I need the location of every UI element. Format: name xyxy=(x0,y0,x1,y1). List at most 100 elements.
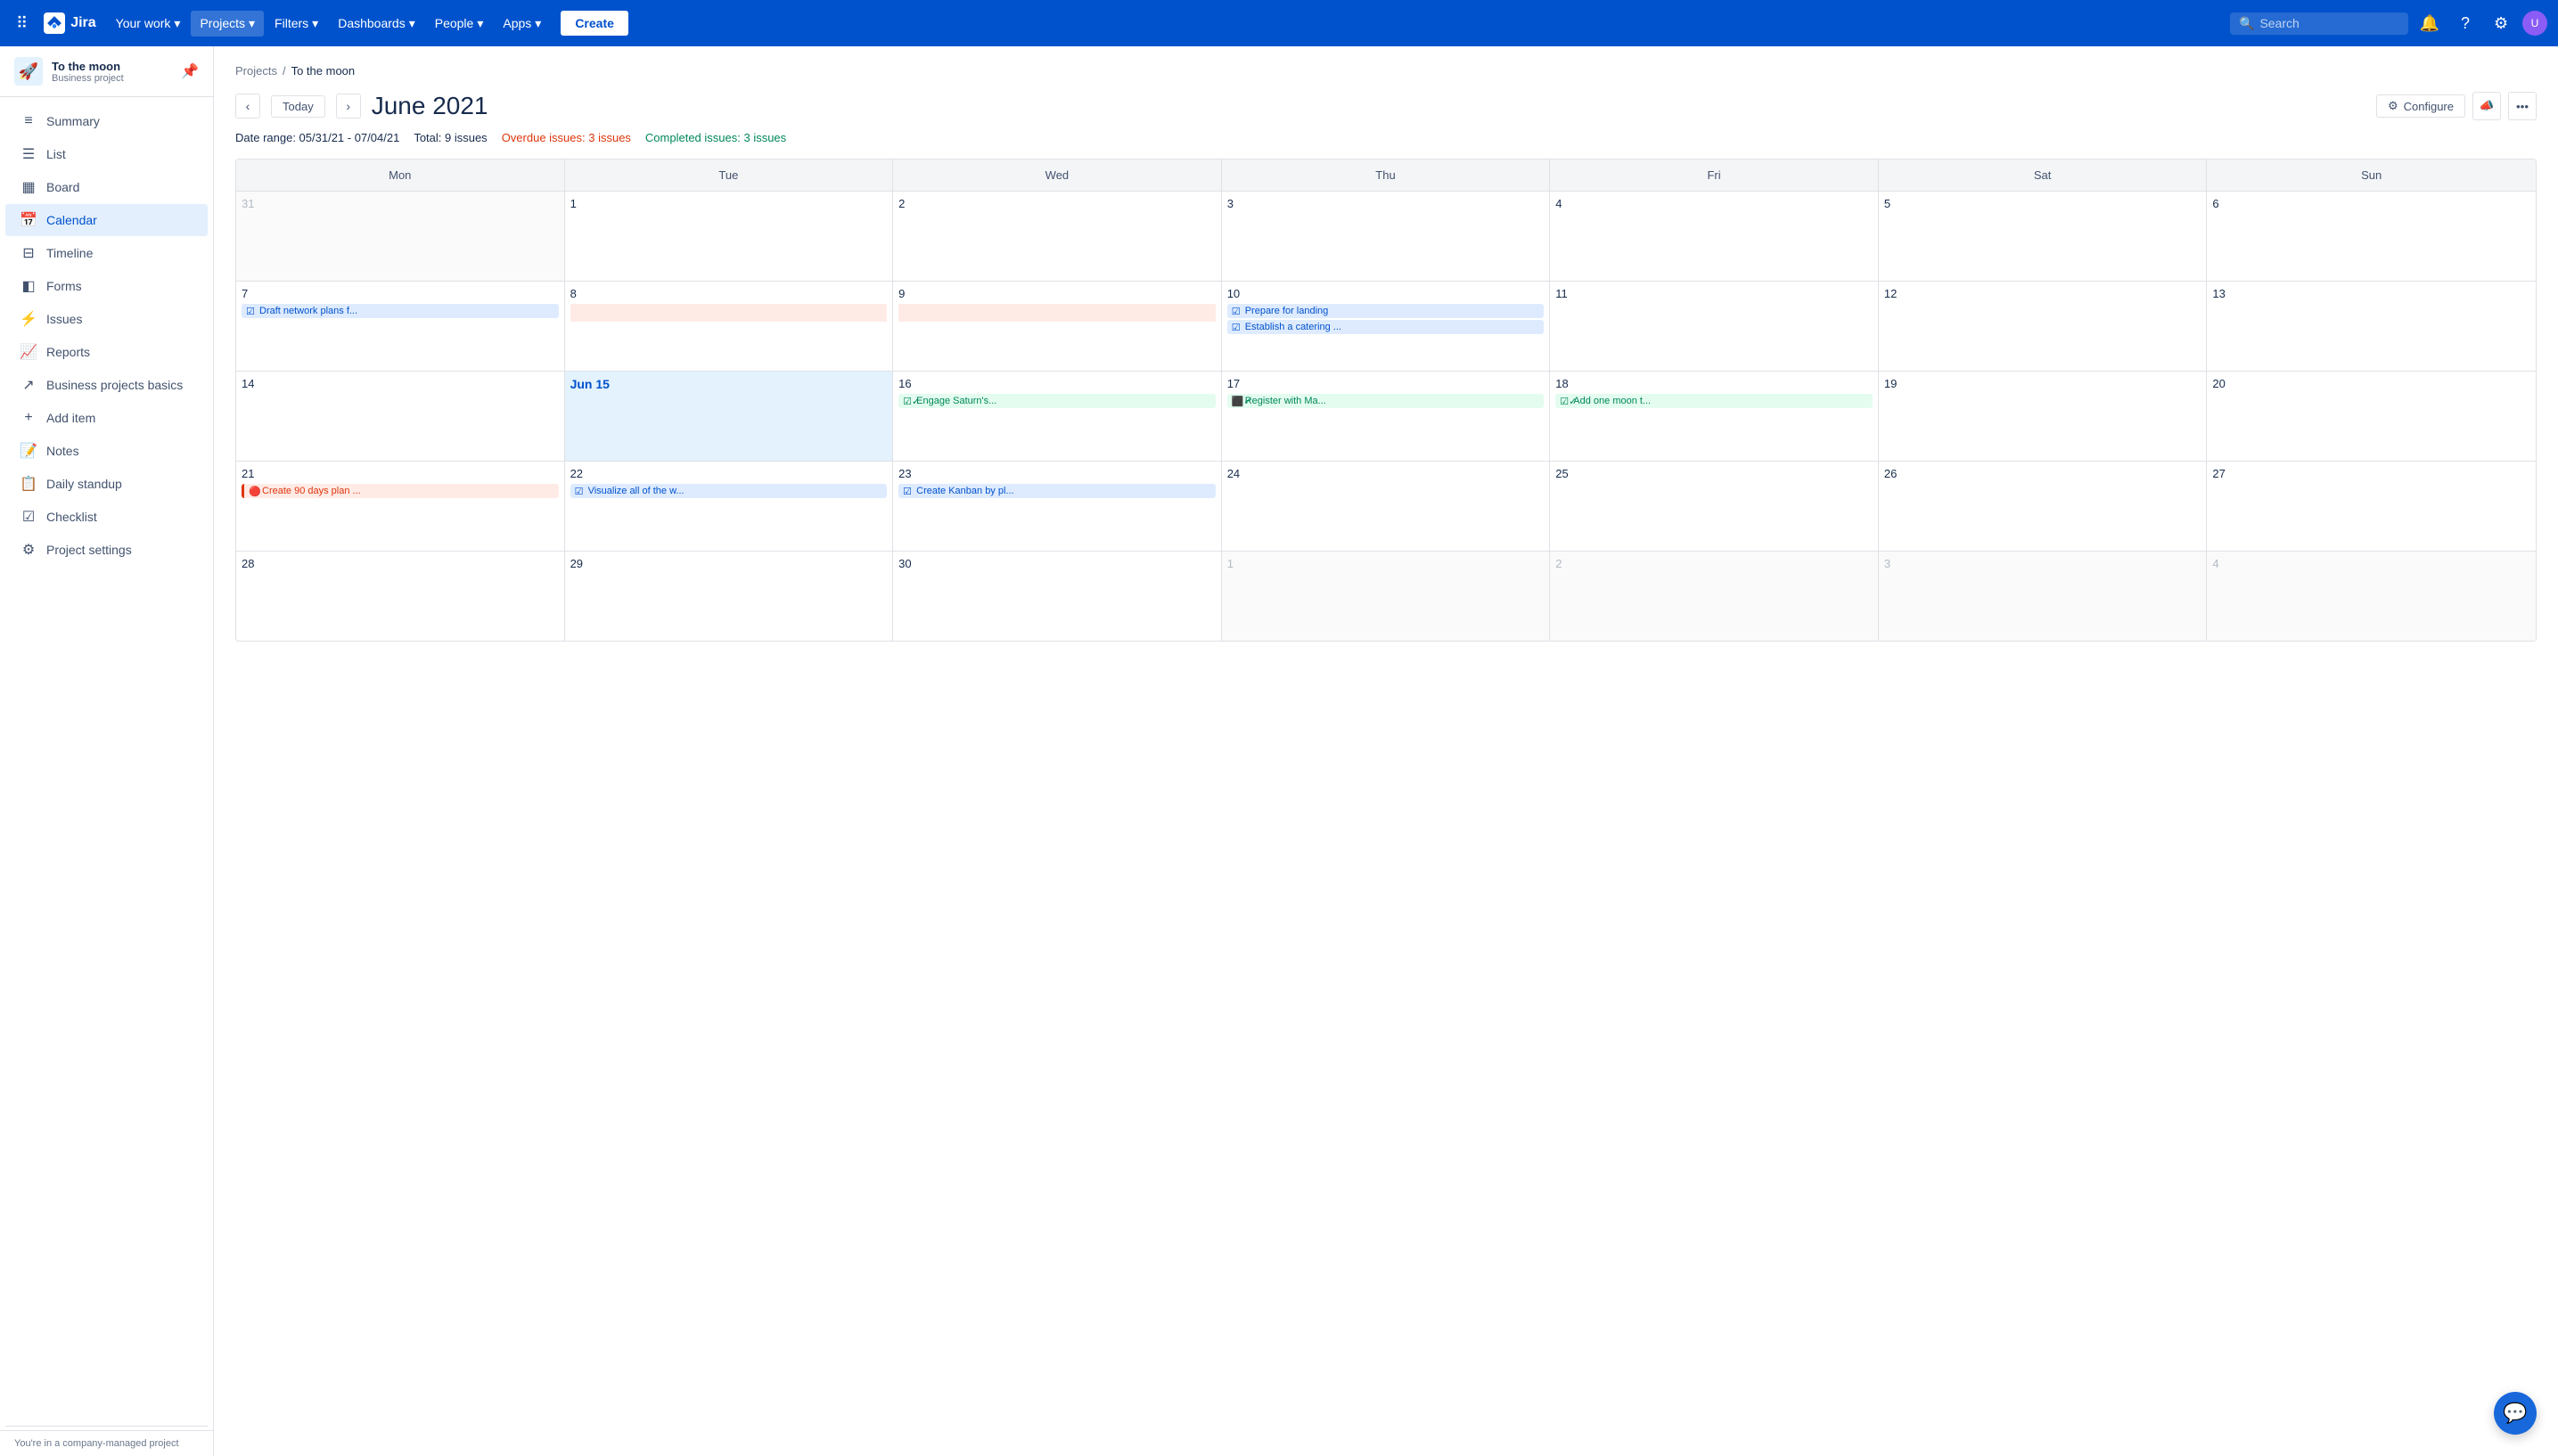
nav-dashboards[interactable]: Dashboards ▾ xyxy=(329,11,424,37)
sidebar-label-project-settings: Project settings xyxy=(46,543,132,557)
apps-grid-icon[interactable]: ⠿ xyxy=(11,9,33,38)
calendar-cell-w4d5[interactable]: 3 xyxy=(1879,552,2208,641)
calendar-cell-w0d1[interactable]: 1 xyxy=(565,192,894,281)
calendar-cell-w0d6[interactable]: 6 xyxy=(2207,192,2536,281)
sidebar-item-business-basics[interactable]: ↗ Business projects basics xyxy=(5,369,208,401)
calendar-event-0[interactable]: ☑Draft network plans f... xyxy=(242,304,559,318)
calendar-cell-w2d3[interactable]: 17⬛✓Register with Ma... xyxy=(1222,372,1551,461)
nav-people[interactable]: People ▾ xyxy=(426,11,493,37)
search-input[interactable] xyxy=(2259,16,2384,30)
calendar-cell-w1d6[interactable]: 13 xyxy=(2207,282,2536,371)
date-number: 6 xyxy=(2212,197,2530,210)
calendar-cell-w4d1[interactable]: 29 xyxy=(565,552,894,641)
date-number: 9 xyxy=(898,287,1216,300)
calendar-event-0[interactable]: ☑✓Engage Saturn's... xyxy=(898,394,1216,408)
nav-your-work[interactable]: Your work ▾ xyxy=(107,11,190,37)
event-text: Establish a catering ... xyxy=(1245,322,1341,332)
calendar-cell-w1d0[interactable]: 7☑Draft network plans f... xyxy=(236,282,565,371)
event-spanning-cont-0[interactable] xyxy=(570,304,888,322)
project-type: Business project xyxy=(52,73,172,84)
calendar-cell-w3d2[interactable]: 23☑Create Kanban by pl... xyxy=(893,462,1222,551)
today-button[interactable]: Today xyxy=(271,95,325,118)
calendar-cell-w4d3[interactable]: 1 xyxy=(1222,552,1551,641)
search-bar[interactable]: 🔍 xyxy=(2230,12,2408,35)
calendar-cell-w4d0[interactable]: 28 xyxy=(236,552,565,641)
megaphone-icon-button[interactable]: 📣 xyxy=(2472,92,2501,120)
notifications-icon[interactable]: 🔔 xyxy=(2415,9,2444,37)
sidebar-icon-business-basics: ↗ xyxy=(20,376,37,394)
sidebar-item-daily-standup[interactable]: 📋 Daily standup xyxy=(5,468,208,500)
date-number: 12 xyxy=(1884,287,2201,300)
calendar-cell-w2d6[interactable]: 20 xyxy=(2207,372,2536,461)
calendar-cell-w3d3[interactable]: 24 xyxy=(1222,462,1551,551)
project-settings-pin-icon[interactable]: 📌 xyxy=(181,62,199,80)
calendar-event-0[interactable]: ☑Create Kanban by pl... xyxy=(898,484,1216,498)
calendar-cell-w0d5[interactable]: 5 xyxy=(1879,192,2208,281)
sidebar-item-forms[interactable]: ◧ Forms xyxy=(5,270,208,302)
calendar-cell-w3d1[interactable]: 22☑Visualize all of the w... xyxy=(565,462,894,551)
calendar-cell-w0d0[interactable]: 31 xyxy=(236,192,565,281)
event-text: Create Kanban by pl... xyxy=(916,486,1013,496)
sidebar-item-add-item[interactable]: + Add item xyxy=(5,402,208,434)
help-icon[interactable]: ? xyxy=(2451,9,2480,37)
calendar-cell-w2d1[interactable]: Jun 15 xyxy=(565,372,894,461)
breadcrumb-separator: / xyxy=(283,64,286,78)
calendar-cell-w1d3[interactable]: 10☑Prepare for landing☑Establish a cater… xyxy=(1222,282,1551,371)
calendar-cell-w3d4[interactable]: 25 xyxy=(1550,462,1879,551)
calendar-cell-w2d0[interactable]: 14 xyxy=(236,372,565,461)
calendar-cell-w1d2[interactable]: 9 xyxy=(893,282,1222,371)
nav-projects[interactable]: Projects ▾ xyxy=(191,11,264,37)
event-type-icon: ☑✓ xyxy=(903,396,914,406)
jira-logo[interactable]: Jira xyxy=(37,12,102,34)
calendar-cell-w0d4[interactable]: 4 xyxy=(1550,192,1879,281)
calendar-cell-w2d5[interactable]: 19 xyxy=(1879,372,2208,461)
breadcrumb-projects-link[interactable]: Projects xyxy=(235,64,277,78)
calendar-event-0[interactable]: ☑Prepare for landing xyxy=(1227,304,1545,318)
sidebar-item-reports[interactable]: 📈 Reports xyxy=(5,336,208,368)
sidebar-item-checklist[interactable]: ☑ Checklist xyxy=(5,501,208,533)
sidebar-item-timeline[interactable]: ⊟ Timeline xyxy=(5,237,208,269)
calendar-cell-w3d6[interactable]: 27 xyxy=(2207,462,2536,551)
next-month-button[interactable]: › xyxy=(336,94,361,119)
calendar-cell-w1d5[interactable]: 12 xyxy=(1879,282,2208,371)
nav-apps[interactable]: Apps ▾ xyxy=(494,11,550,37)
sidebar-item-summary[interactable]: ≡ Summary xyxy=(5,105,208,137)
sidebar-item-notes[interactable]: 📝 Notes xyxy=(5,435,208,467)
settings-icon[interactable]: ⚙ xyxy=(2487,9,2515,37)
sidebar-item-calendar[interactable]: 📅 Calendar xyxy=(5,204,208,236)
date-number: 5 xyxy=(1884,197,2201,210)
sidebar-label-business-basics: Business projects basics xyxy=(46,378,183,392)
avatar[interactable]: U xyxy=(2522,11,2547,36)
calendar-cell-w2d2[interactable]: 16☑✓Engage Saturn's... xyxy=(893,372,1222,461)
calendar-cell-w4d4[interactable]: 2 xyxy=(1550,552,1879,641)
date-number: 28 xyxy=(242,557,559,570)
create-button[interactable]: Create xyxy=(561,11,628,36)
configure-button[interactable]: ⚙ Configure xyxy=(2376,94,2465,118)
nav-filters[interactable]: Filters ▾ xyxy=(266,11,327,37)
calendar-cell-w1d1[interactable]: 8 xyxy=(565,282,894,371)
event-spanning-cont-0[interactable] xyxy=(898,304,1216,322)
date-range-info: Date range: 05/31/21 - 07/04/21 Total: 9… xyxy=(235,131,2537,144)
chat-fab-button[interactable]: 💬 xyxy=(2494,1392,2537,1435)
sidebar-label-list: List xyxy=(46,147,66,161)
calendar-cell-w0d2[interactable]: 2 xyxy=(893,192,1222,281)
calendar-event-0[interactable]: 🔴Create 90 days plan ... xyxy=(242,484,559,498)
sidebar-item-board[interactable]: ▦ Board xyxy=(5,171,208,203)
sidebar-item-issues[interactable]: ⚡ Issues xyxy=(5,303,208,335)
calendar-cell-w1d4[interactable]: 11 xyxy=(1550,282,1879,371)
calendar-cell-w3d0[interactable]: 21🔴Create 90 days plan ... xyxy=(236,462,565,551)
calendar-cell-w4d6[interactable]: 4 xyxy=(2207,552,2536,641)
sidebar-item-list[interactable]: ☰ List xyxy=(5,138,208,170)
calendar-event-0[interactable]: ⬛✓Register with Ma... xyxy=(1227,394,1545,408)
app-layout: 🚀 To the moon Business project 📌 ≡ Summa… xyxy=(0,46,2558,1456)
calendar-event-0[interactable]: ☑Visualize all of the w... xyxy=(570,484,888,498)
calendar-cell-w3d5[interactable]: 26 xyxy=(1879,462,2208,551)
prev-month-button[interactable]: ‹ xyxy=(235,94,260,119)
more-options-button[interactable]: ••• xyxy=(2508,92,2537,120)
calendar-cell-w4d2[interactable]: 30 xyxy=(893,552,1222,641)
calendar-cell-w0d3[interactable]: 3 xyxy=(1222,192,1551,281)
calendar-event-0[interactable]: ☑✓Add one moon t... xyxy=(1555,394,1873,408)
calendar-cell-w2d4[interactable]: 18☑✓Add one moon t... xyxy=(1550,372,1879,461)
sidebar-item-project-settings[interactable]: ⚙ Project settings xyxy=(5,534,208,566)
calendar-event-1[interactable]: ☑Establish a catering ... xyxy=(1227,320,1545,334)
